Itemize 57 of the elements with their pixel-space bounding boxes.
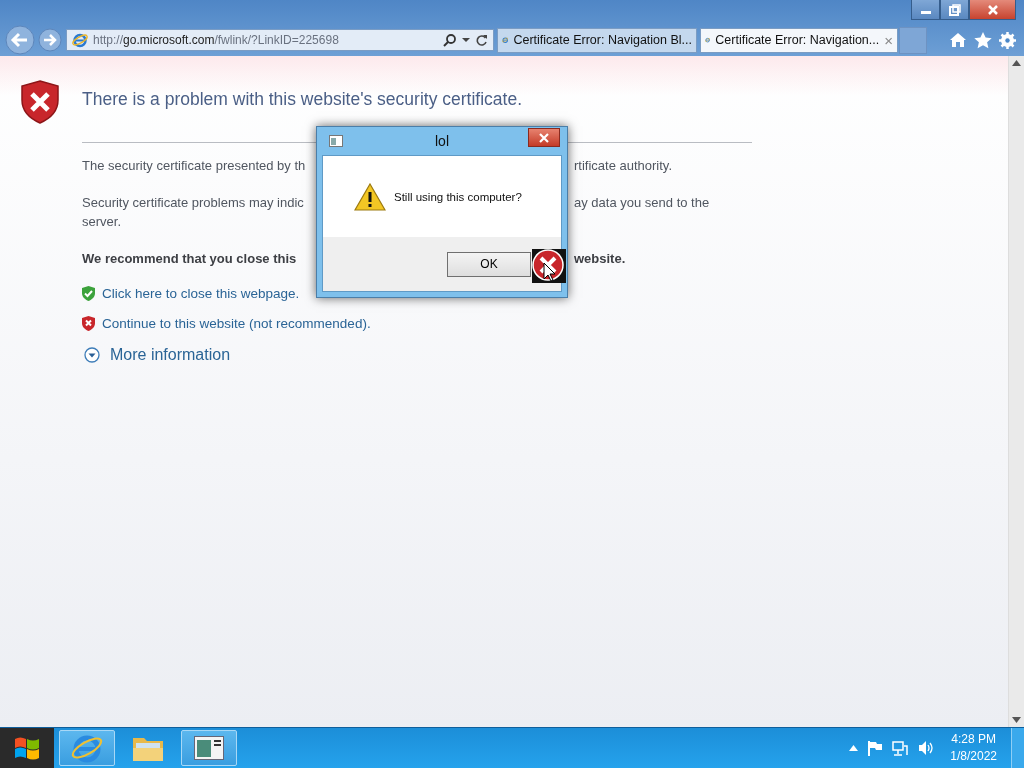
scroll-down-icon[interactable] — [1012, 717, 1021, 723]
close-button[interactable] — [528, 128, 560, 147]
app-taskbar-button[interactable] — [181, 730, 237, 766]
minimize-icon — [920, 11, 931, 14]
settings-icon[interactable] — [999, 31, 1016, 49]
network-icon[interactable] — [892, 740, 909, 756]
minimize-button[interactable] — [911, 0, 940, 20]
clock[interactable]: 4:28 PM 1/8/2022 — [950, 731, 997, 765]
ie-icon — [72, 32, 88, 48]
paragraph-text: server. — [82, 213, 121, 231]
paragraph-text: rtificate authority. — [574, 157, 673, 175]
close-button[interactable] — [969, 0, 1016, 20]
search-icon[interactable] — [443, 33, 457, 47]
paragraph-text: website. — [574, 250, 626, 268]
page-link[interactable]: Click here to close this webpage. — [102, 286, 300, 301]
browser-tab[interactable]: Certificate Error: Navigation Bl... — [497, 27, 697, 53]
scroll-up-icon[interactable] — [1012, 60, 1021, 66]
browser-taskbar-button[interactable] — [59, 730, 115, 766]
dialog-title: lol — [435, 133, 449, 149]
close-icon — [539, 132, 549, 143]
paragraph-text: ay data you send to the — [574, 194, 710, 212]
speaker-icon[interactable] — [918, 741, 935, 755]
page-heading: There is a problem with this website's security certificate. — [82, 89, 523, 110]
clock-time: 4:28 PM — [951, 731, 996, 748]
show-hidden-icons-button[interactable] — [849, 745, 859, 751]
browser-tab[interactable]: Certificate Error: Navigation... × — [700, 27, 898, 53]
address-text: http://go.microsoft.com/fwlink/?LinkID=225698 — [93, 33, 340, 47]
ok-button[interactable]: OK — [447, 251, 531, 277]
warning-icon — [354, 182, 386, 211]
window-icon — [329, 135, 343, 147]
restore-icon — [948, 3, 961, 16]
window-icon — [194, 736, 224, 760]
error-shield-icon — [20, 80, 60, 124]
paragraph-text: Security certificate problems may indic — [82, 194, 304, 212]
home-icon[interactable] — [949, 32, 967, 48]
dropdown-icon[interactable] — [462, 37, 470, 43]
more-information-link[interactable]: More information — [110, 346, 231, 364]
paragraph-text: We recommend that you close this — [82, 250, 297, 268]
paragraph-text: The security certificate presented by th — [82, 157, 306, 175]
star-icon[interactable] — [974, 31, 992, 49]
refresh-icon[interactable] — [475, 33, 488, 47]
expand-icon[interactable] — [84, 347, 100, 363]
restore-button[interactable] — [940, 0, 969, 20]
scrollbar[interactable] — [1008, 56, 1024, 727]
start-button[interactable] — [0, 728, 54, 768]
forward-button[interactable] — [37, 27, 63, 53]
error-shield-icon — [82, 316, 95, 331]
tab-close-button[interactable]: × — [884, 31, 893, 49]
page-link[interactable]: Continue to this website (not recommended). — [102, 316, 371, 331]
dialog-message: Still using this computer? — [394, 190, 522, 203]
address-bar[interactable]: http://go.microsoft.com/fwlink/?LinkID=225698 — [66, 29, 494, 51]
windows-logo-icon — [13, 735, 41, 761]
check-shield-icon — [82, 286, 95, 301]
clock-date: 1/8/2022 — [950, 748, 997, 765]
close-icon — [986, 3, 999, 16]
back-button[interactable] — [3, 25, 37, 55]
flag-icon[interactable] — [868, 740, 883, 756]
